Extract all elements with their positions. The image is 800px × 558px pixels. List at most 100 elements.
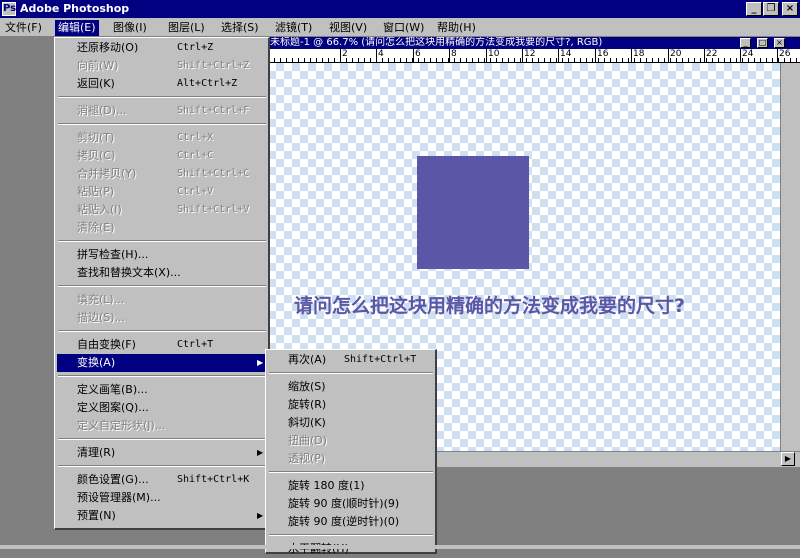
- restore-button[interactable]: ❐: [763, 2, 779, 16]
- doc-close-button[interactable]: ×: [774, 38, 785, 48]
- transform-menu-item[interactable]: 缩放(S): [268, 378, 434, 396]
- menu-file[interactable]: 文件(F): [2, 20, 45, 36]
- edit-menu-item[interactable]: 消褪(D)... Shift+Ctrl+F: [57, 102, 267, 120]
- ruler-minor-tick: [646, 58, 647, 62]
- ruler-minor-tick: [436, 58, 437, 62]
- doc-minimize-button[interactable]: _: [740, 38, 751, 48]
- transform-menu-item[interactable]: 旋转 90 度(逆时针)(0): [268, 513, 434, 531]
- ruler-major-tick: [558, 49, 559, 62]
- edit-menu-item[interactable]: 清除(E): [57, 219, 267, 237]
- menu-separator: [58, 96, 266, 98]
- transform-menu-item-label: 旋转 90 度(顺时针)(9): [288, 497, 400, 510]
- menu-separator: [58, 285, 266, 287]
- minimize-button[interactable]: _: [746, 2, 762, 16]
- menu-edit[interactable]: 编辑(E): [55, 20, 99, 36]
- photoshop-app-icon[interactable]: Ps: [2, 2, 16, 16]
- edit-menu-item[interactable]: 预设管理器(M)...: [57, 489, 267, 507]
- ruler-minor-tick: [274, 58, 275, 62]
- menu-select[interactable]: 选择(S): [218, 20, 262, 36]
- transform-menu-item[interactable]: 斜切(K): [268, 414, 434, 432]
- edit-menu-item-label: 拷贝(C): [77, 149, 116, 162]
- edit-menu-item-label: 拼写检查(H)...: [77, 248, 149, 261]
- edit-menu-item[interactable]: 自由变换(F) Ctrl+T: [57, 336, 267, 354]
- transform-menu-item[interactable]: 水平翻转(H): [268, 540, 434, 558]
- ruler-minor-tick: [496, 58, 497, 62]
- edit-menu-item[interactable]: 描边(S)...: [57, 309, 267, 327]
- ruler-major-tick: [668, 49, 669, 62]
- scroll-right-arrow-icon[interactable]: ▶: [781, 452, 795, 466]
- transform-submenu: 再次(A) Shift+Ctrl+T 缩放(S) 旋转(R) 斜切(K) 扭曲(D) 透视(…: [265, 349, 437, 555]
- edit-menu-item[interactable]: 定义画笔(B)...: [57, 381, 267, 399]
- submenu-arrow-icon: ▶: [257, 448, 264, 457]
- edit-menu-item[interactable]: 颜色设置(G)... Shift+Ctrl+K: [57, 471, 267, 489]
- menu-separator: [58, 375, 266, 377]
- edit-menu-item[interactable]: 预置(N) ▶: [57, 507, 267, 525]
- transform-menu-item[interactable]: 旋转 90 度(顺时针)(9): [268, 495, 434, 513]
- ruler-minor-tick: [610, 58, 611, 62]
- doc-maximize-button[interactable]: □: [757, 38, 768, 48]
- edit-menu-item[interactable]: 定义自定形状(J)...: [57, 417, 267, 435]
- ruler-minor-tick: [592, 58, 593, 62]
- edit-menu-item[interactable]: 向前(W) Shift+Ctrl+Z: [57, 57, 267, 75]
- edit-menu-item[interactable]: 剪切(T) Ctrl+X: [57, 129, 267, 147]
- ruler-minor-tick: [424, 58, 425, 62]
- ruler-minor-tick: [394, 58, 395, 62]
- ruler-minor-tick: [784, 58, 785, 62]
- menu-filter[interactable]: 滤镜(T): [272, 20, 315, 36]
- ruler-minor-tick: [418, 58, 419, 62]
- edit-menu-item[interactable]: 填充(L)...: [57, 291, 267, 309]
- ruler-minor-tick: [604, 58, 605, 62]
- edit-menu-item-shortcut: Ctrl+C: [177, 150, 214, 161]
- menu-view[interactable]: 视图(V): [326, 20, 370, 36]
- edit-menu-item-shortcut: Shift+Ctrl+V: [177, 204, 250, 215]
- transform-menu-item[interactable]: 旋转 180 度(1): [268, 477, 434, 495]
- edit-menu-item[interactable]: 拼写检查(H)...: [57, 246, 267, 264]
- edit-menu-item[interactable]: 返回(K) Alt+Ctrl+Z: [57, 75, 267, 93]
- edit-menu-item[interactable]: 拷贝(C) Ctrl+C: [57, 147, 267, 165]
- edit-menu-item[interactable]: 还原移动(O) Ctrl+Z: [57, 39, 267, 57]
- transform-menu-item[interactable]: 透视(P): [268, 450, 434, 468]
- edit-menu-item[interactable]: 定义图案(Q)...: [57, 399, 267, 417]
- ruler-major-tick: [595, 49, 596, 62]
- transform-menu-item[interactable]: 扭曲(D): [268, 432, 434, 450]
- ruler-major-tick: [486, 49, 487, 62]
- ruler-major-tick: [740, 49, 741, 62]
- edit-menu-item[interactable]: 查找和替换文本(X)...: [57, 264, 267, 282]
- edit-menu-item[interactable]: 粘贴入(I) Shift+Ctrl+V: [57, 201, 267, 219]
- edit-menu-item-label: 还原移动(O): [77, 41, 139, 54]
- edit-menu-item[interactable]: 变换(A) ▶: [57, 354, 267, 372]
- transform-menu-item[interactable]: 旋转(R): [268, 396, 434, 414]
- ruler-minor-tick: [520, 58, 521, 62]
- edit-menu-item-label: 预设管理器(M)...: [77, 491, 161, 504]
- ruler-minor-tick: [460, 58, 461, 62]
- ruler-minor-tick: [310, 58, 311, 62]
- menu-separator: [269, 471, 433, 473]
- ruler-minor-tick: [658, 58, 659, 62]
- menu-window[interactable]: 窗口(W): [380, 20, 427, 36]
- edit-menu-item[interactable]: 粘贴(P) Ctrl+V: [57, 183, 267, 201]
- ruler-minor-tick: [586, 58, 587, 62]
- close-button[interactable]: ×: [782, 2, 798, 16]
- ruler-minor-tick: [544, 58, 545, 62]
- menu-help[interactable]: 帮助(H): [434, 20, 479, 36]
- horizontal-ruler: 2 4 6 8 10 12 14 16 18 20 22 24 26: [268, 49, 800, 63]
- ruler-minor-tick: [280, 58, 281, 62]
- purple-square-layer[interactable]: [417, 156, 529, 269]
- transform-menu-item[interactable]: 再次(A) Shift+Ctrl+T: [268, 351, 434, 369]
- edit-menu-item-shortcut: Alt+Ctrl+Z: [177, 78, 238, 89]
- edit-menu-item-label: 定义画笔(B)...: [77, 383, 148, 396]
- document-title-bar[interactable]: 未标题-1 @ 66.7% (请问怎么把这块用精确的方法变成我要的尺寸?, RG…: [268, 37, 800, 49]
- edit-menu-item-label: 定义图案(Q)...: [77, 401, 149, 414]
- ruler-minor-tick: [502, 58, 503, 62]
- edit-menu-item[interactable]: 清理(R) ▶: [57, 444, 267, 462]
- ruler-minor-tick: [322, 58, 323, 62]
- submenu-arrow-icon: ▶: [257, 511, 264, 520]
- vertical-scrollbar[interactable]: [780, 63, 800, 451]
- edit-menu-item[interactable]: 合并拷贝(Y) Shift+Ctrl+C: [57, 165, 267, 183]
- menu-layer[interactable]: 图层(L): [165, 20, 208, 36]
- menu-image[interactable]: 图像(I): [110, 20, 150, 36]
- transform-menu-item-label: 扭曲(D): [288, 434, 328, 447]
- transform-menu-item-label: 缩放(S): [288, 380, 326, 393]
- ruler-minor-tick: [478, 58, 479, 62]
- ruler-minor-tick: [346, 58, 347, 62]
